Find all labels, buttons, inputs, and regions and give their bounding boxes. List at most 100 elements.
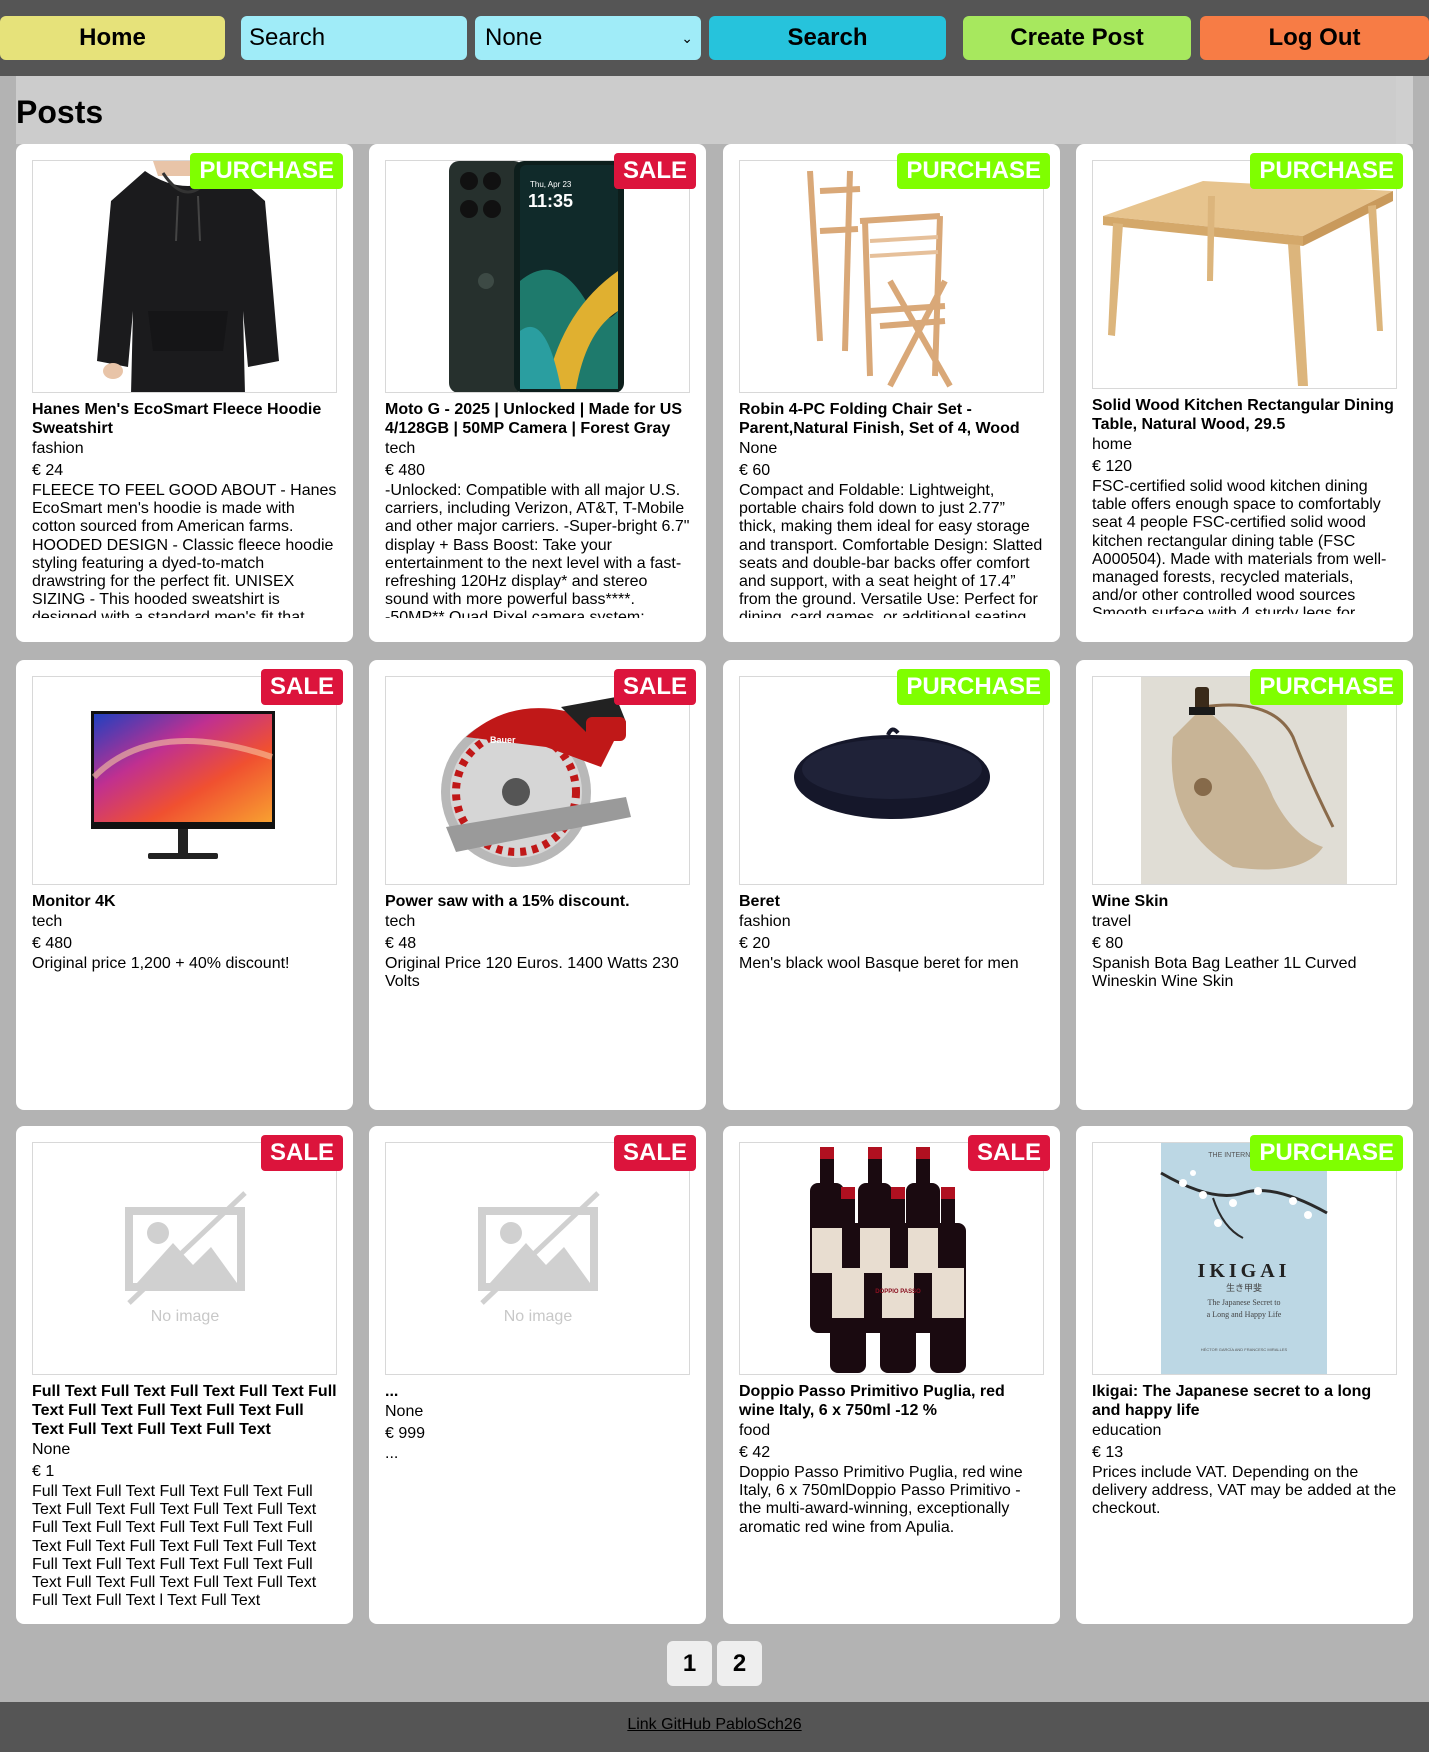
post-title: Monitor 4K: [32, 893, 116, 910]
post-description: ...: [385, 1445, 399, 1462]
post-info: Moto G - 2025 | Unlocked | Made for US 4…: [385, 400, 690, 618]
post-description: Original price 1,200 + 40% discount!: [32, 955, 290, 972]
book-cover-japanese: 生き甲斐: [1226, 1282, 1262, 1293]
page-title: Posts: [16, 94, 104, 130]
log-out-button[interactable]: Log Out: [1200, 16, 1429, 60]
scrollbar[interactable]: [1396, 76, 1413, 144]
search-button[interactable]: Search: [709, 16, 946, 60]
no-image-placeholder: No image: [386, 1143, 689, 1374]
post-price: € 1: [32, 1463, 55, 1480]
post-category: home: [1092, 436, 1133, 453]
post-info: Monitor 4K tech € 480 Original price 1,2…: [32, 892, 337, 973]
post-badge: PURCHASE: [897, 153, 1050, 189]
wine-label-text: DOPPIO PASSO: [875, 1289, 921, 1295]
post-category: education: [1092, 1422, 1162, 1439]
post-card[interactable]: SALE Monitor 4K tech € 480 Original pric…: [16, 660, 353, 1110]
post-image: DOPPIO PASSO: [739, 1142, 1044, 1375]
post-title: Solid Wood Kitchen Rectangular Dining Ta…: [1092, 397, 1394, 433]
no-image-text: No image: [504, 1308, 573, 1325]
post-price: € 13: [1092, 1444, 1124, 1461]
post-info: ... None € 999 ...: [385, 1382, 690, 1463]
post-image: [32, 676, 337, 885]
post-badge: PURCHASE: [897, 669, 1050, 705]
post-info: Beret fashion € 20 Men's black wool Basq…: [739, 892, 1044, 973]
post-price: € 480: [385, 462, 426, 479]
post-price: € 60: [739, 462, 771, 479]
post-description: FSC-certified solid wood kitchen dining …: [1092, 478, 1387, 614]
book-cover-image: THE INTERNATIONAL IKIGAI 生き甲斐 The Japane…: [1093, 1143, 1396, 1374]
post-image: THE INTERNATIONAL IKIGAI 生き甲斐 The Japane…: [1092, 1142, 1397, 1375]
post-badge: SALE: [613, 1135, 696, 1171]
post-category: None: [385, 1403, 424, 1420]
post-title: Robin 4-PC Folding Chair Set - Parent,Na…: [739, 401, 1020, 437]
post-price: € 48: [385, 935, 417, 952]
beret-image: [740, 677, 1043, 884]
top-navbar: Home Search None ⌄ Search Create Post Lo…: [0, 0, 1429, 76]
post-price: € 24: [32, 462, 64, 479]
github-link[interactable]: Link GitHub PabloSch26: [627, 1716, 801, 1733]
table-image: [1093, 161, 1396, 388]
category-filter-select[interactable]: None ⌄: [475, 16, 701, 60]
post-card[interactable]: No image SALE Full Text Full Text Full T…: [16, 1126, 353, 1624]
post-card[interactable]: Bauer SALE Power saw with a 15% discount…: [369, 660, 706, 1110]
post-price: € 480: [32, 935, 73, 952]
post-category: tech: [32, 913, 63, 930]
post-badge: PURCHASE: [1250, 1135, 1403, 1171]
post-description: Original Price 120 Euros. 1400 Watts 230…: [385, 955, 679, 991]
page-1-button[interactable]: 1: [667, 1641, 712, 1686]
post-card[interactable]: DOPPIO PASSO SALE Doppio Passo Primitivo…: [723, 1126, 1060, 1624]
post-price: € 120: [1092, 458, 1133, 475]
post-image: [739, 676, 1044, 885]
post-image: [1092, 676, 1397, 885]
posts-panel: Posts PURCHASE Hanes Men's EcoSmart Flee…: [16, 76, 1413, 1636]
search-input[interactable]: Search: [241, 16, 467, 60]
post-badge: SALE: [967, 1135, 1050, 1171]
home-button[interactable]: Home: [0, 16, 225, 60]
monitor-image: [33, 677, 336, 884]
book-cover-subtitle-1: The Japanese Secret to: [1207, 1298, 1280, 1307]
post-card[interactable]: PURCHASE Beret fashion € 20 Men's black …: [723, 660, 1060, 1110]
posts-header: Posts: [16, 76, 1412, 144]
post-title: Beret: [739, 893, 780, 910]
post-description: Men's black wool Basque beret for men: [739, 955, 1019, 972]
page-2-button[interactable]: 2: [717, 1641, 762, 1686]
post-card[interactable]: PURCHASE Solid Wood Kitchen Rectangular …: [1076, 144, 1413, 642]
hoodie-image: [33, 161, 336, 392]
post-image: [739, 160, 1044, 393]
book-cover-authors: HÉCTOR GARCÍA AND FRANCESC MIRALLES: [1201, 1347, 1288, 1352]
book-cover-subtitle-2: a Long and Happy Life: [1207, 1310, 1282, 1319]
post-description: Prices include VAT. Depending on the del…: [1092, 1464, 1397, 1518]
chairs-image: [740, 161, 1043, 392]
post-category: food: [739, 1422, 771, 1439]
post-description: Full Text Full Text Full Text Full Text …: [32, 1483, 317, 1610]
post-info: Hanes Men's EcoSmart Fleece Hoodie Sweat…: [32, 400, 337, 618]
post-title: Wine Skin: [1092, 893, 1169, 910]
post-info: Robin 4-PC Folding Chair Set - Parent,Na…: [739, 400, 1044, 618]
post-title: Full Text Full Text Full Text Full Text …: [32, 1383, 337, 1438]
phone-time: 11:35: [528, 191, 573, 211]
post-badge: SALE: [613, 669, 696, 705]
post-info: Solid Wood Kitchen Rectangular Dining Ta…: [1092, 396, 1397, 614]
post-card[interactable]: PURCHASE Hanes Men's EcoSmart Fleece Hoo…: [16, 144, 353, 642]
post-image: [1092, 160, 1397, 389]
post-card[interactable]: THE INTERNATIONAL IKIGAI 生き甲斐 The Japane…: [1076, 1126, 1413, 1624]
post-card[interactable]: Thu, Apr 23 11:35 SALE Moto G - 2025 | U…: [369, 144, 706, 642]
create-post-button[interactable]: Create Post: [963, 16, 1191, 60]
post-badge: PURCHASE: [1250, 669, 1403, 705]
post-category: None: [32, 1441, 71, 1458]
post-category: fashion: [739, 913, 791, 930]
no-image-text: No image: [151, 1308, 220, 1325]
post-title: Moto G - 2025 | Unlocked | Made for US 4…: [385, 401, 682, 437]
wineskin-image: [1093, 677, 1396, 884]
post-title: Power saw with a 15% discount.: [385, 893, 630, 910]
post-card[interactable]: PURCHASE Robin 4-PC Folding Chair Set - …: [723, 144, 1060, 642]
saw-brand-label: Bauer: [490, 735, 516, 745]
category-filter-value: None: [485, 24, 543, 51]
post-card[interactable]: No image SALE ... None € 999 ...: [369, 1126, 706, 1624]
post-card[interactable]: PURCHASE Wine Skin travel € 80 Spanish B…: [1076, 660, 1413, 1110]
power-saw-image: Bauer: [386, 677, 689, 884]
post-description: FLEECE TO FEEL GOOD ABOUT - Hanes EcoSma…: [32, 482, 337, 618]
post-description: Doppio Passo Primitivo Puglia, red wine …: [739, 1464, 1023, 1536]
post-price: € 80: [1092, 935, 1124, 952]
post-price: € 20: [739, 935, 771, 952]
